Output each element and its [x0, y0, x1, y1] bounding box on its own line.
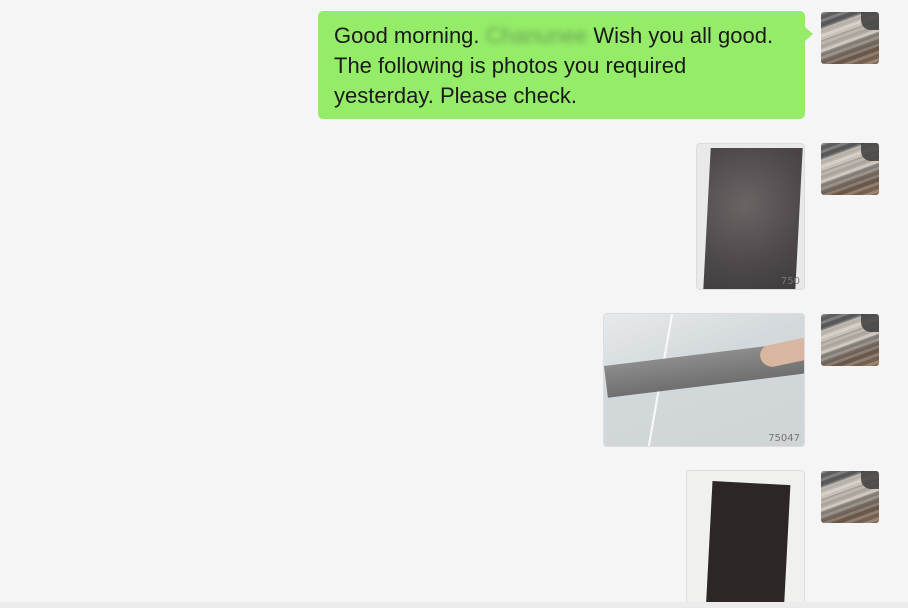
- image-message[interactable]: 750: [696, 143, 805, 290]
- avatar[interactable]: [821, 143, 879, 195]
- image-message[interactable]: 75047: [603, 313, 805, 447]
- image-message[interactable]: [686, 470, 805, 608]
- photo-code-label: 750: [780, 276, 800, 287]
- floor-tile-photo: [703, 148, 803, 289]
- dark-tile-photo: [705, 481, 791, 608]
- message-greeting: Good morning.: [334, 23, 480, 48]
- text-message-bubble[interactable]: Good morning. Chanunee Wish you all good…: [318, 11, 813, 119]
- chat-bottom-edge: [0, 602, 908, 608]
- chat-window: Good morning. Chanunee Wish you all good…: [0, 0, 908, 608]
- avatar[interactable]: [821, 471, 879, 523]
- avatar[interactable]: [821, 314, 879, 366]
- redacted-name: Chanunee: [485, 23, 588, 48]
- photo-code-label: 75047: [768, 433, 800, 444]
- avatar[interactable]: [821, 12, 879, 64]
